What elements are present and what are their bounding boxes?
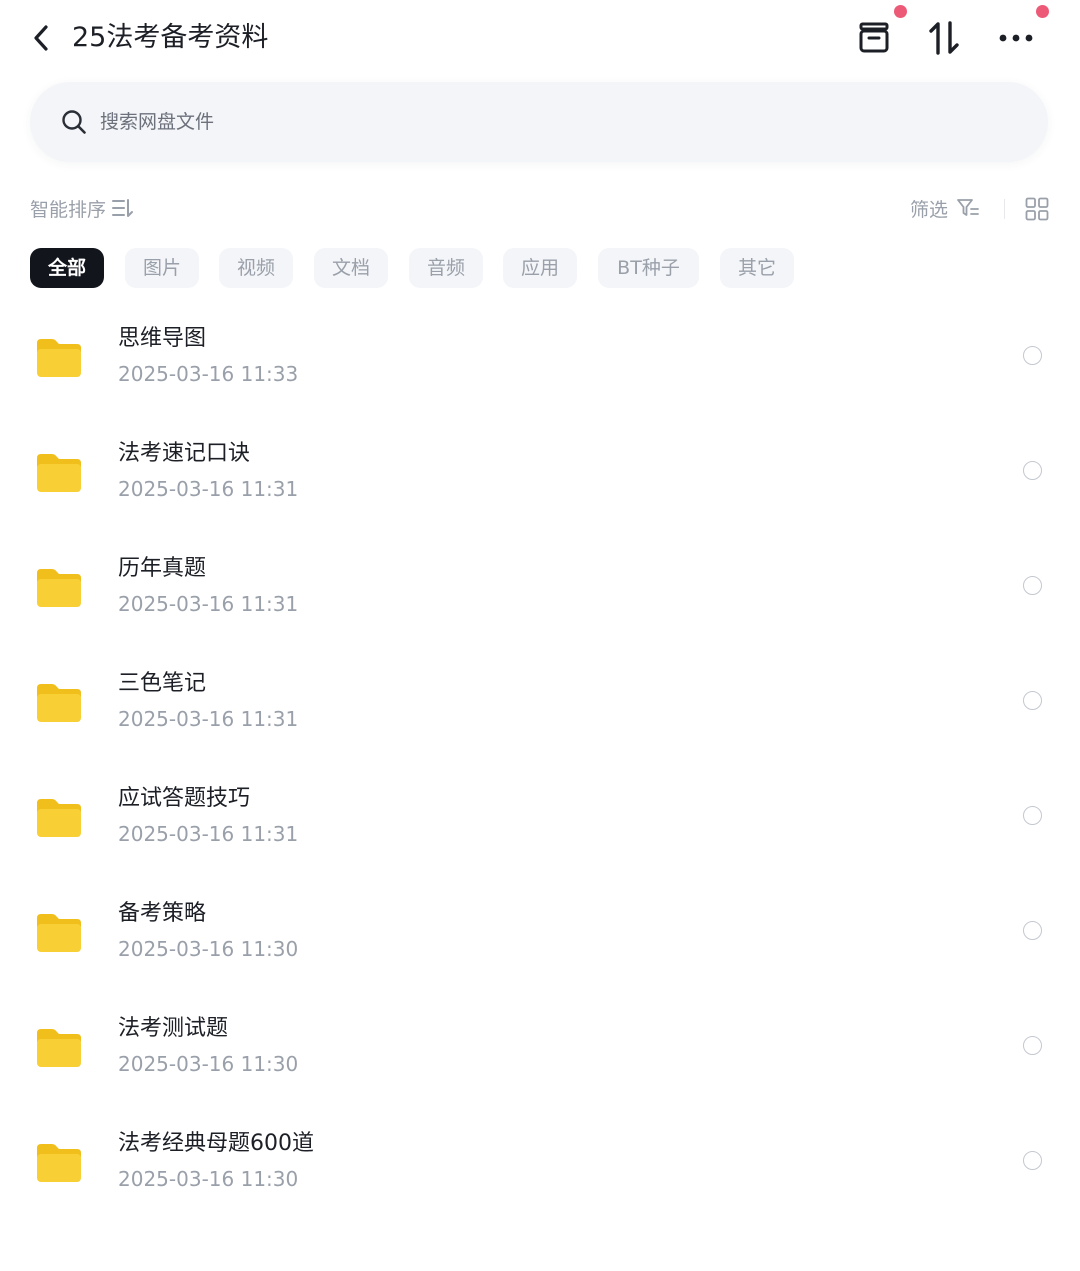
- folder-icon: [37, 569, 81, 607]
- folder-icon: [37, 684, 81, 722]
- file-row[interactable]: 法考速记口诀 2025-03-16 11:31: [0, 415, 1080, 530]
- transfer-button[interactable]: [922, 16, 966, 60]
- file-row[interactable]: 三色笔记 2025-03-16 11:31: [0, 645, 1080, 760]
- category-tab-apps[interactable]: 应用: [503, 248, 577, 288]
- select-radio[interactable]: [1023, 921, 1042, 940]
- sort-filter-row: 智能排序 筛选: [30, 190, 1050, 226]
- back-button[interactable]: [24, 20, 58, 56]
- file-modified-time: 2025-03-16 11:30: [118, 1167, 299, 1191]
- sort-label: 智能排序: [30, 198, 107, 221]
- file-modified-time: 2025-03-16 11:31: [118, 477, 299, 501]
- select-radio[interactable]: [1023, 806, 1042, 825]
- category-tab-images[interactable]: 图片: [125, 248, 199, 288]
- archive-button[interactable]: [852, 16, 896, 60]
- file-modified-time: 2025-03-16 11:30: [118, 937, 299, 961]
- app-header: 25法考备考资料: [0, 0, 1080, 78]
- file-row[interactable]: 备考策略 2025-03-16 11:30: [0, 875, 1080, 990]
- file-modified-time: 2025-03-16 11:31: [118, 707, 299, 731]
- select-radio[interactable]: [1023, 346, 1042, 365]
- file-name: 思维导图: [118, 326, 207, 351]
- category-tab-documents[interactable]: 文档: [314, 248, 388, 288]
- category-tab-other[interactable]: 其它: [720, 248, 794, 288]
- file-modified-time: 2025-03-16 11:31: [118, 592, 299, 616]
- more-dots-icon: [999, 34, 1033, 42]
- toolbar-divider: [1004, 199, 1005, 219]
- category-tab-audio[interactable]: 音频: [409, 248, 483, 288]
- file-name: 法考速记口诀: [118, 441, 251, 466]
- select-radio[interactable]: [1023, 1036, 1042, 1055]
- file-name: 历年真题: [118, 556, 207, 581]
- file-modified-time: 2025-03-16 11:33: [118, 362, 299, 386]
- file-row[interactable]: 法考测试题 2025-03-16 11:30: [0, 990, 1080, 1105]
- folder-icon: [37, 339, 81, 377]
- folder-icon: [37, 1144, 81, 1182]
- file-row[interactable]: 思维导图 2025-03-16 11:33: [0, 300, 1080, 415]
- grid-view-icon: [1025, 197, 1049, 221]
- folder-icon: [37, 1029, 81, 1067]
- search-bar[interactable]: [30, 82, 1048, 162]
- back-chevron-icon: [34, 25, 48, 51]
- transfer-arrows-icon: [929, 21, 959, 55]
- file-row[interactable]: 历年真题 2025-03-16 11:31: [0, 530, 1080, 645]
- select-radio[interactable]: [1023, 1151, 1042, 1170]
- select-radio[interactable]: [1023, 691, 1042, 710]
- sort-order-icon: [112, 198, 134, 218]
- filter-funnel-icon: [956, 198, 980, 218]
- file-name: 应试答题技巧: [118, 786, 251, 811]
- search-icon: [60, 108, 88, 136]
- folder-icon: [37, 454, 81, 492]
- file-row[interactable]: 法考经典母题600道 2025-03-16 11:30: [0, 1105, 1080, 1220]
- folder-icon: [37, 799, 81, 837]
- archive-notification-dot: [894, 5, 907, 18]
- file-name: 法考测试题: [118, 1016, 229, 1041]
- filter-label: 筛选: [910, 198, 949, 221]
- category-tab-all[interactable]: 全部: [30, 248, 104, 288]
- file-modified-time: 2025-03-16 11:30: [118, 1052, 299, 1076]
- archive-icon: [859, 22, 889, 53]
- file-name: 备考策略: [118, 901, 207, 926]
- file-name: 三色笔记: [118, 671, 207, 696]
- select-radio[interactable]: [1023, 461, 1042, 480]
- sort-button[interactable]: 智能排序: [30, 190, 134, 226]
- page-title: 25法考备考资料: [72, 22, 269, 53]
- filter-button[interactable]: 筛选: [910, 190, 980, 226]
- more-notification-dot: [1036, 5, 1049, 18]
- more-button[interactable]: [994, 16, 1038, 60]
- view-toggle-button[interactable]: [1022, 194, 1052, 224]
- search-input[interactable]: [98, 110, 702, 134]
- file-name: 法考经典母题600道: [118, 1131, 314, 1156]
- category-tab-videos[interactable]: 视频: [219, 248, 293, 288]
- folder-icon: [37, 914, 81, 952]
- file-row[interactable]: 应试答题技巧 2025-03-16 11:31: [0, 760, 1080, 875]
- select-radio[interactable]: [1023, 576, 1042, 595]
- category-tab-bt-torrents[interactable]: BT种子: [598, 248, 699, 288]
- file-modified-time: 2025-03-16 11:31: [118, 822, 299, 846]
